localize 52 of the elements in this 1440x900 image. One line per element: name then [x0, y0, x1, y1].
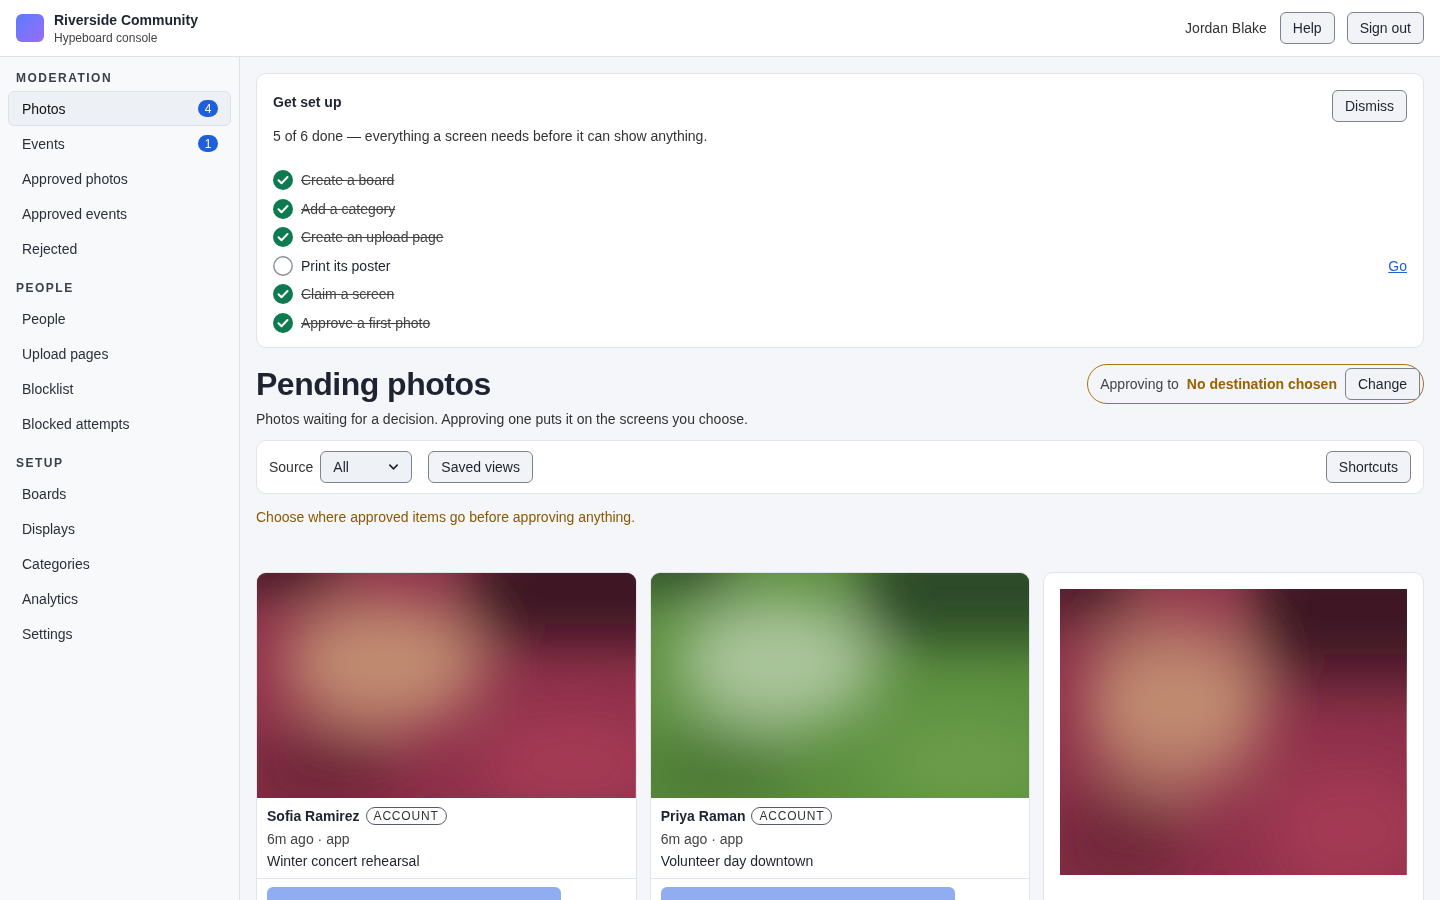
upload-meta: 6m ago · app [660, 830, 745, 847]
sidebar-item[interactable]: Displays [8, 511, 231, 546]
uploader-name: Sofia Ramirez [267, 807, 360, 824]
sidebar-item[interactable]: Blocked attempts [8, 406, 231, 441]
caret-icon [388, 462, 400, 471]
section-heading: PEOPLE [15, 281, 75, 295]
change-button[interactable]: Change [1344, 367, 1420, 400]
setup-title: Get set up [273, 94, 343, 110]
sidebar-item[interactable]: Boards [8, 476, 231, 511]
sidebar-item[interactable]: Upload pages [8, 336, 231, 371]
dismiss-button[interactable]: Dismiss [1332, 90, 1407, 122]
header-button[interactable]: Help [1279, 12, 1335, 44]
sidebar-item[interactable]: Rejected [8, 231, 231, 266]
section-heading: MODERATION [15, 71, 114, 85]
source-select[interactable]: All [320, 450, 413, 483]
sidebar-item[interactable]: Photos 4 [8, 91, 231, 126]
logo-icon [16, 14, 44, 42]
warning-message: Choose where approved items go before approving anything. [256, 508, 637, 525]
sidebar-item[interactable]: Analytics [8, 581, 231, 616]
page-title: Pending photos [256, 365, 492, 403]
step-label: Create an upload page [301, 229, 444, 245]
destination-value: No destination chosen [1186, 375, 1337, 392]
setup-summary: 5 of 6 done — everything a screen needs before it can show anything. [273, 128, 708, 144]
user-name: Jordan Blake [1185, 20, 1267, 36]
org-name: Riverside Community [54, 11, 198, 28]
sidebar-item[interactable]: Approved events [8, 196, 231, 231]
upload-meta: 6m ago · app [267, 830, 351, 847]
step-label: Approve a first photo [301, 314, 431, 331]
header-button[interactable]: Sign out [1346, 12, 1424, 44]
photo-caption: Volunteer day downtown [660, 852, 815, 869]
step-label: Add a category [301, 200, 396, 217]
uploader-name: Priya Raman [660, 807, 746, 824]
sidebar-item[interactable]: Settings [8, 616, 231, 651]
sidebar-item[interactable]: Categories [8, 546, 231, 581]
source-label: Source [269, 458, 314, 475]
section-heading: SETUP [15, 456, 65, 470]
sidebar-item[interactable]: Events 1 [8, 126, 231, 161]
go-link[interactable]: Go [1388, 257, 1407, 274]
step-label: Print its poster [301, 257, 391, 274]
page-description: Photos waiting for a decision. Approving one puts it on the screens you choose. [256, 410, 748, 427]
shortcuts-button[interactable]: Shortcuts [1325, 450, 1411, 483]
saved-views-button[interactable]: Saved views [428, 450, 533, 483]
step-label: Create a board [301, 172, 395, 188]
step-label: Claim a screen [301, 286, 395, 302]
count-badge: 4 [198, 100, 218, 117]
sidebar-item[interactable]: People [8, 301, 231, 336]
sidebar-item[interactable]: Approved photos [8, 161, 231, 196]
photo-caption: Winter concert rehearsal [267, 852, 421, 869]
console-subtitle: Hypeboard console [54, 30, 159, 45]
count-badge: 1 [198, 135, 218, 152]
sidebar-item[interactable]: Blocklist [8, 371, 231, 406]
destination-label: Approving to [1100, 375, 1179, 392]
